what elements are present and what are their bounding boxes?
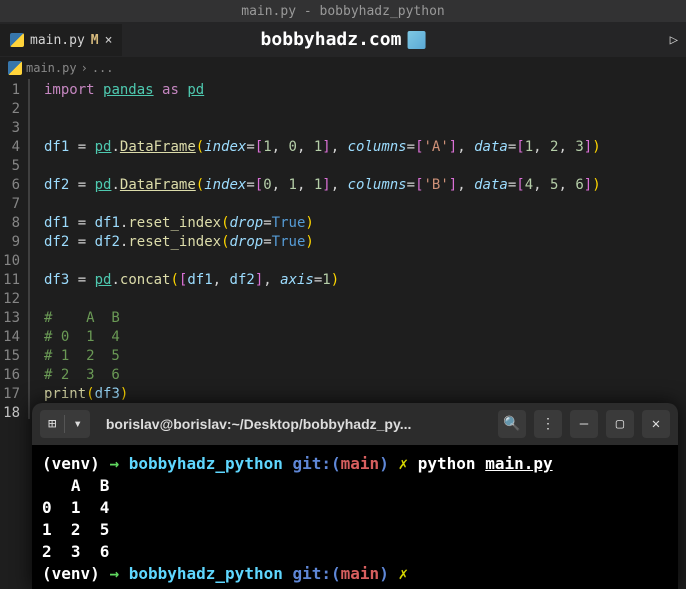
title-bar: main.py - bobbyhadz_python bbox=[0, 0, 686, 22]
watermark: bobbyhadz.com bbox=[261, 29, 426, 50]
code-line: print(df3) bbox=[44, 385, 686, 404]
code-content[interactable]: import pandas as pd df1 = pd.DataFrame(i… bbox=[28, 79, 686, 419]
menu-button[interactable]: ⋮ bbox=[534, 410, 562, 438]
code-line: # A B bbox=[44, 309, 686, 328]
code-line: # 0 1 4 bbox=[44, 328, 686, 347]
code-line bbox=[44, 252, 686, 271]
code-line: df1 = pd.DataFrame(index=[1, 0, 1], colu… bbox=[44, 138, 686, 157]
code-line bbox=[44, 290, 686, 309]
code-line: df1 = df1.reset_index(drop=True) bbox=[44, 214, 686, 233]
terminal-title: borislav@borislav:~/Desktop/bobbyhadz_py… bbox=[98, 416, 490, 432]
dropdown-icon[interactable]: ▾ bbox=[65, 416, 89, 432]
close-icon: ✕ bbox=[652, 416, 660, 432]
terminal-panel: ⊞ ▾ borislav@borislav:~/Desktop/bobbyhad… bbox=[32, 403, 678, 589]
code-line: # 2 3 6 bbox=[44, 366, 686, 385]
minimize-button[interactable]: – bbox=[570, 410, 598, 438]
tab-main-py[interactable]: main.py M × bbox=[0, 24, 122, 56]
close-icon[interactable]: × bbox=[105, 33, 113, 48]
output-line: 2 3 6 bbox=[42, 541, 668, 563]
title-text: main.py - bobbyhadz_python bbox=[241, 4, 445, 19]
breadcrumb[interactable]: main.py › ... bbox=[0, 57, 686, 79]
breadcrumb-sep: › bbox=[81, 61, 88, 75]
close-button[interactable]: ✕ bbox=[642, 410, 670, 438]
terminal-header: ⊞ ▾ borislav@borislav:~/Desktop/bobbyhad… bbox=[32, 403, 678, 445]
code-line bbox=[44, 100, 686, 119]
new-tab-icon[interactable]: ⊞ bbox=[40, 416, 64, 432]
cube-icon bbox=[407, 31, 425, 49]
breadcrumb-file: main.py bbox=[26, 61, 77, 75]
output-line: 1 2 5 bbox=[42, 519, 668, 541]
new-tab-group[interactable]: ⊞ ▾ bbox=[40, 410, 90, 438]
code-line bbox=[44, 157, 686, 176]
code-line: df2 = pd.DataFrame(index=[0, 1, 1], colu… bbox=[44, 176, 686, 195]
code-line bbox=[44, 195, 686, 214]
python-icon bbox=[10, 33, 24, 47]
prompt-line: (venv) → bobbyhadz_python git:(main) ✗ bbox=[42, 563, 668, 585]
code-line: import pandas as pd bbox=[44, 81, 686, 100]
output-line: A B bbox=[42, 475, 668, 497]
tab-label: main.py bbox=[30, 33, 85, 48]
search-icon: 🔍 bbox=[503, 416, 520, 432]
breadcrumb-more: ... bbox=[92, 61, 114, 75]
output-line: 0 1 4 bbox=[42, 497, 668, 519]
python-icon bbox=[8, 61, 22, 75]
prompt-line: (venv) → bobbyhadz_python git:(main) ✗ p… bbox=[42, 453, 668, 475]
code-line bbox=[44, 119, 686, 138]
tab-bar: main.py M × bobbyhadz.com ▷ bbox=[0, 22, 686, 57]
search-button[interactable]: 🔍 bbox=[498, 410, 526, 438]
modified-indicator: M bbox=[91, 33, 99, 48]
code-line: # 1 2 5 bbox=[44, 347, 686, 366]
maximize-icon: ▢ bbox=[616, 416, 624, 432]
line-gutter: 123 456 789 101112 131415 161718 bbox=[0, 79, 28, 419]
menu-icon: ⋮ bbox=[541, 416, 555, 432]
minimize-icon: – bbox=[580, 416, 588, 432]
terminal-body[interactable]: (venv) → bobbyhadz_python git:(main) ✗ p… bbox=[32, 445, 678, 589]
code-line: df2 = df2.reset_index(drop=True) bbox=[44, 233, 686, 252]
code-editor[interactable]: 123 456 789 101112 131415 161718 import … bbox=[0, 79, 686, 419]
play-icon[interactable]: ▷ bbox=[670, 32, 678, 48]
code-line: df3 = pd.concat([df1, df2], axis=1) bbox=[44, 271, 686, 290]
maximize-button[interactable]: ▢ bbox=[606, 410, 634, 438]
